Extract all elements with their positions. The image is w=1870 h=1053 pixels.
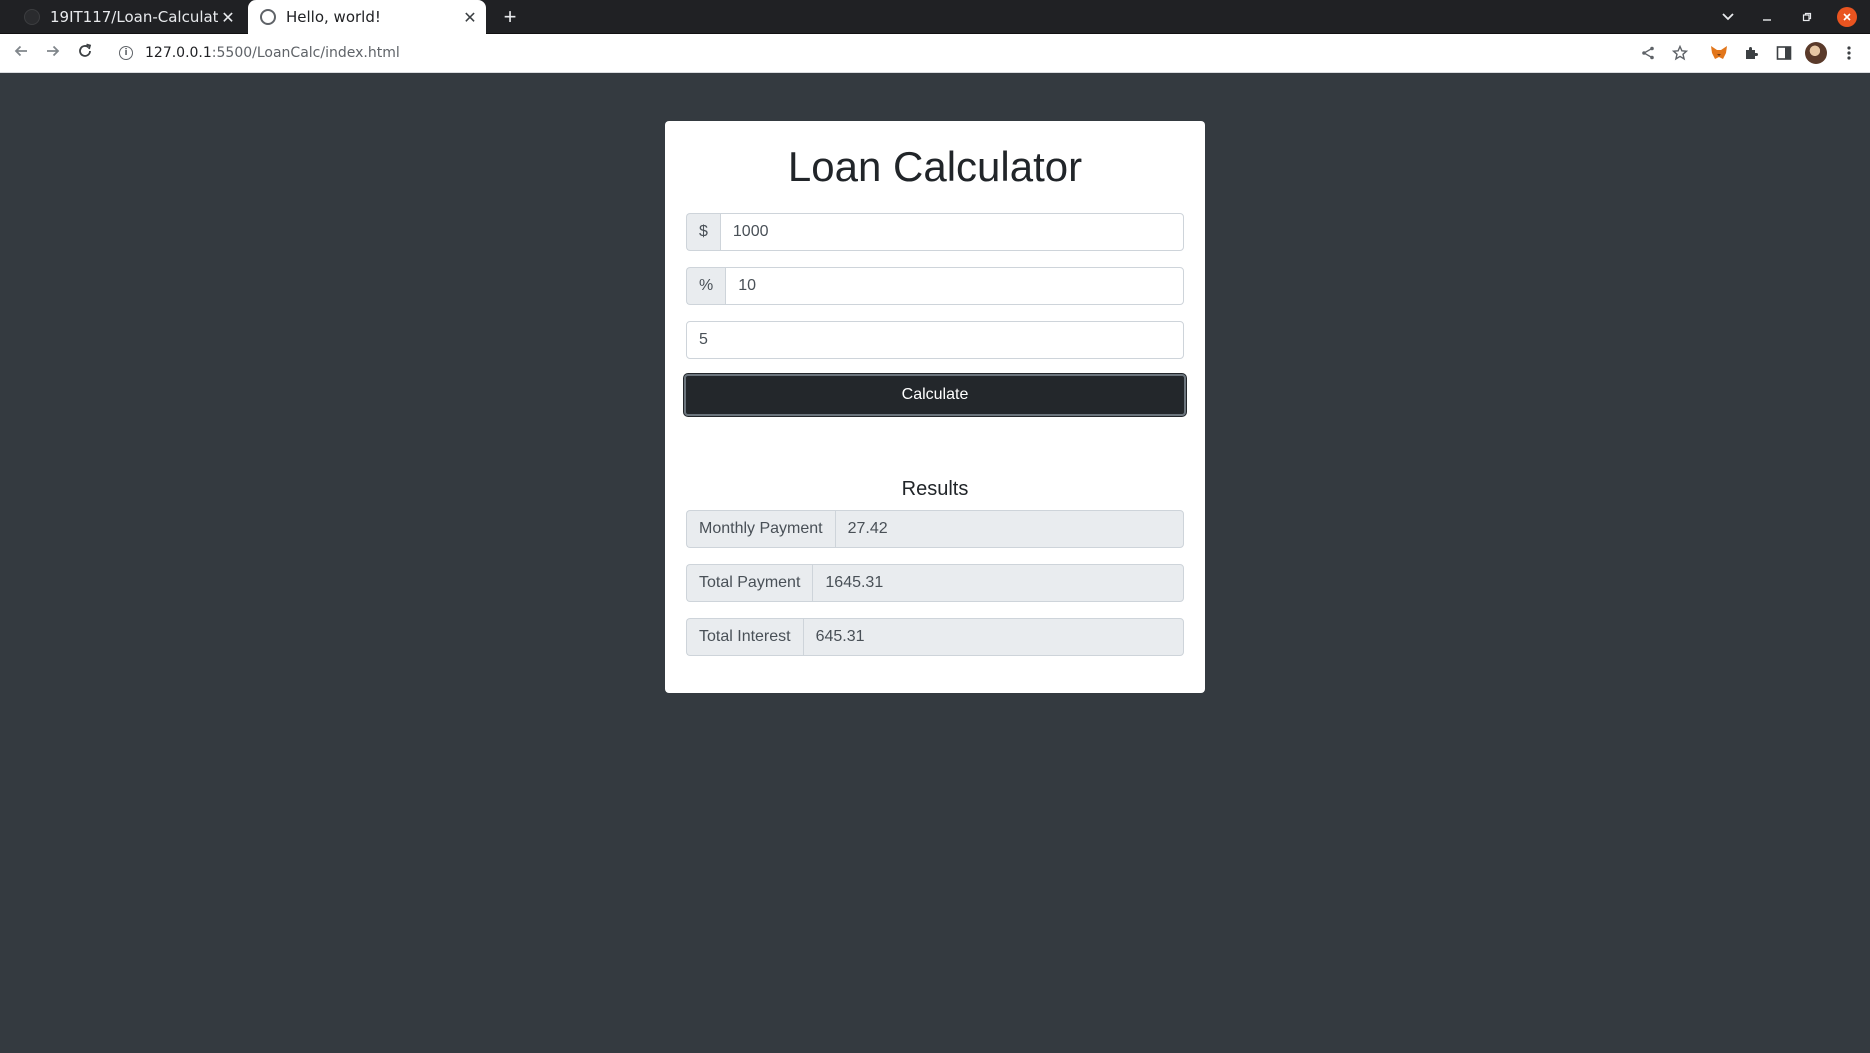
tab-title: 19IT117/Loan-Calculator: [50,8,218,26]
new-tab-button[interactable]: + [498,4,522,30]
total-payment-value: 1645.31 [812,564,1184,602]
profile-avatar-icon[interactable] [1805,42,1827,64]
total-payment-label: Total Payment [686,564,813,602]
extensions-icon[interactable] [1740,42,1762,64]
close-tab-icon[interactable]: ✕ [460,8,480,27]
github-favicon-icon [24,9,40,25]
chevron-down-icon[interactable] [1713,0,1743,34]
browser-toolbar: i 127.0.0.1:5500/LoanCalc/index.html [0,34,1870,73]
kebab-menu-icon[interactable] [1838,42,1860,64]
close-tab-icon[interactable]: ✕ [218,8,238,27]
interest-input[interactable]: 10 [725,267,1184,305]
browser-tab-strip: 19IT117/Loan-Calculator: ✕ Hello, world!… [0,0,1870,34]
tab-github-loan-calculator[interactable]: 19IT117/Loan-Calculator: ✕ [12,0,244,34]
minimize-icon[interactable] [1752,0,1782,34]
side-panel-icon[interactable] [1773,42,1795,64]
total-interest-group: Total Interest 645.31 [686,618,1184,656]
calculate-button[interactable]: Calculate [684,374,1186,416]
close-icon[interactable] [1837,7,1857,27]
forward-arrow-icon[interactable] [40,40,66,66]
globe-favicon-icon [260,9,276,25]
interest-group: % 10 [686,267,1184,305]
url-text: 127.0.0.1:5500/LoanCalc/index.html [145,45,400,61]
loan-amount-input[interactable]: 1000 [719,213,1184,251]
total-payment-group: Total Payment 1645.31 [686,564,1184,602]
restore-icon[interactable] [1792,0,1822,34]
metamask-fox-icon[interactable] [1708,42,1730,64]
share-icon[interactable] [1637,42,1659,64]
results-heading: Results [901,478,969,500]
monthly-payment-group: Monthly Payment 27.42 [686,510,1184,548]
address-bar[interactable]: i 127.0.0.1:5500/LoanCalc/index.html [110,39,1640,67]
total-interest-value: 645.31 [802,618,1184,656]
reload-icon[interactable] [72,40,98,66]
total-interest-label: Total Interest [686,618,803,656]
percent-addon: % [686,267,726,305]
years-input[interactable]: 5 [686,321,1184,359]
info-icon[interactable]: i [119,46,133,60]
loan-amount-group: $ 1000 [686,213,1184,251]
star-icon[interactable] [1669,42,1691,64]
page-title: Loan Calculator [787,143,1083,190]
loan-calculator-card: Loan Calculator $ 1000 % 10 5 Calculate … [665,121,1205,693]
monthly-payment-value: 27.42 [834,510,1184,548]
monthly-payment-label: Monthly Payment [686,510,835,548]
back-arrow-icon[interactable] [8,40,34,66]
tab-title: Hello, world! [286,8,381,26]
years-group: 5 [686,321,1184,359]
tab-hello-world[interactable]: Hello, world! ✕ [248,0,486,34]
dollar-addon: $ [686,213,720,251]
